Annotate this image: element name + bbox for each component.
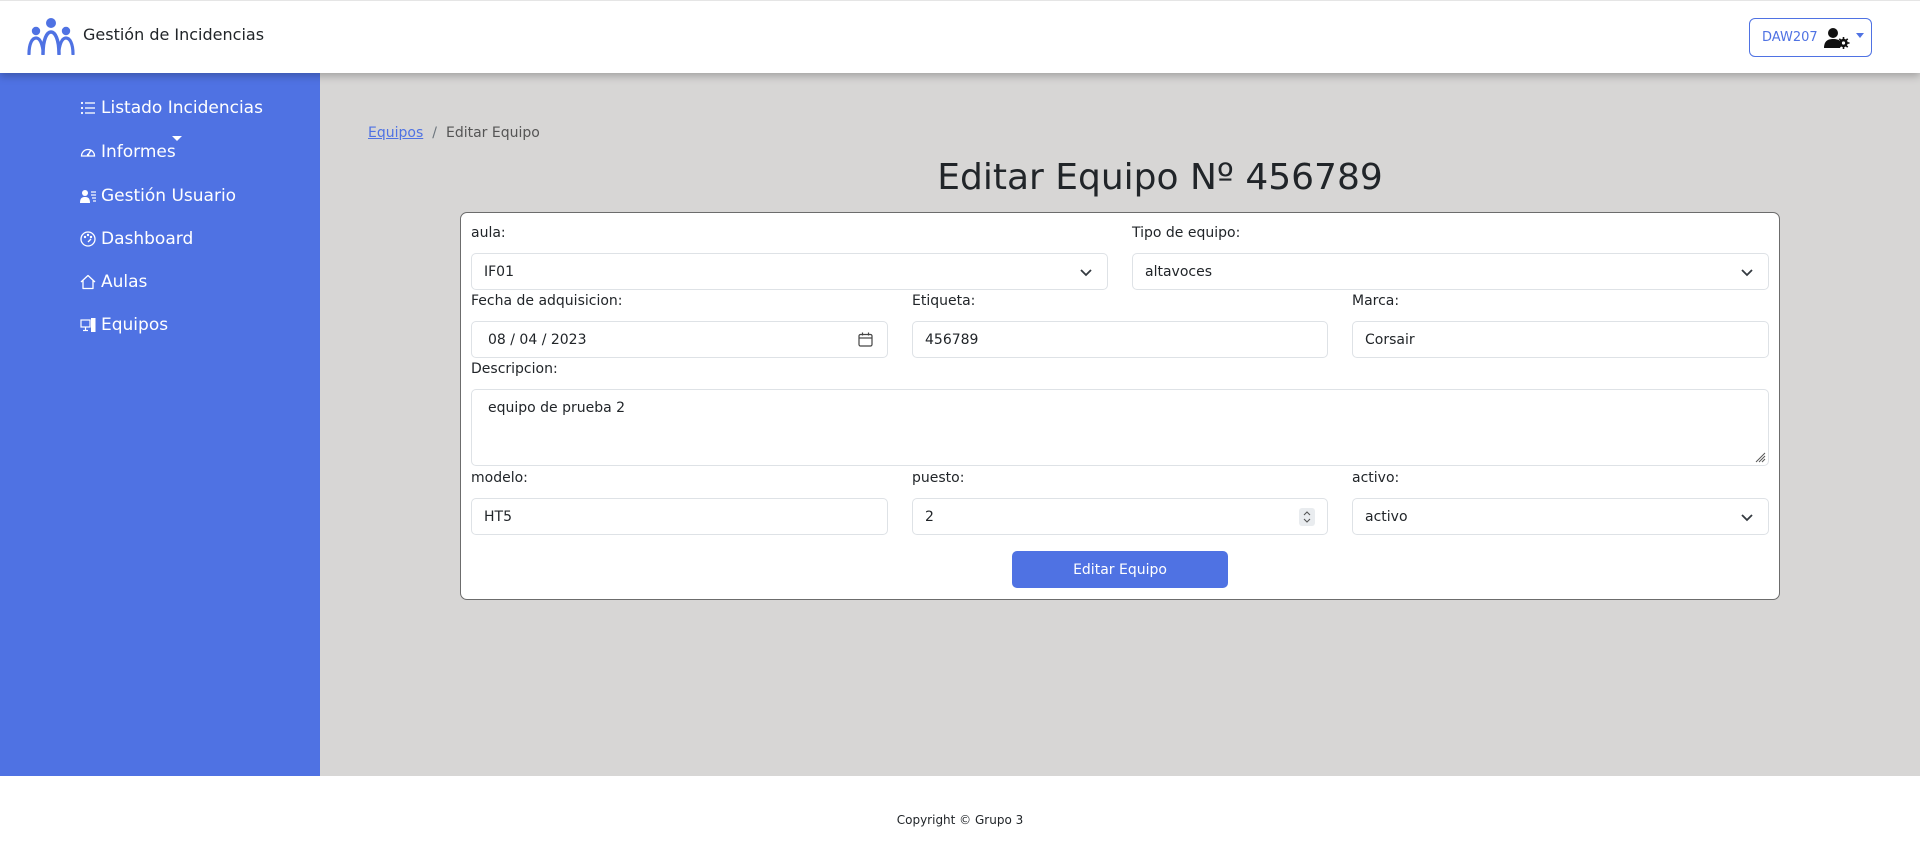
- caret-down-icon: [1855, 33, 1864, 38]
- user-menu-button[interactable]: DAW207: [1749, 18, 1872, 57]
- breadcrumb-link-equipos[interactable]: Equipos: [368, 125, 423, 141]
- descripcion-textarea[interactable]: equipo de prueba 2: [471, 389, 1769, 466]
- marca-input[interactable]: Corsair: [1352, 321, 1769, 358]
- palette-icon: [80, 231, 96, 247]
- spinner-arrows-icon[interactable]: [1299, 507, 1315, 526]
- house-icon: [80, 274, 96, 290]
- footer: Copyright © Grupo 3: [0, 776, 1920, 853]
- sidebar-item-aulas[interactable]: Aulas: [80, 272, 147, 292]
- tipo-equipo-label: Tipo de equipo:: [1132, 225, 1241, 241]
- activo-label: activo:: [1352, 470, 1400, 486]
- modelo-input[interactable]: HT5: [471, 498, 888, 535]
- sidebar-item-listado-incidencias[interactable]: Listado Incidencias: [80, 98, 263, 118]
- user-lines-icon: [80, 190, 96, 203]
- copyright-text: Copyright © Grupo 3: [896, 813, 1024, 827]
- brand[interactable]: Gestión de Incidencias: [27, 17, 264, 55]
- computer-icon: [80, 318, 96, 332]
- sidebar-item-informes[interactable]: Informes: [80, 136, 182, 162]
- breadcrumb-current: Editar Equipo: [445, 125, 540, 141]
- sidebar: Listado Incidencias Informes Gestión Usu…: [0, 73, 320, 776]
- sidebar-item-label: Gestión Usuario: [101, 186, 237, 206]
- activo-value: activo: [1365, 508, 1408, 525]
- edit-equipment-form: aula: IF01 Tipo de equipo: altavoces Fec…: [460, 212, 1780, 600]
- sidebar-item-label: Dashboard: [101, 229, 194, 249]
- tipo-equipo-value: altavoces: [1145, 263, 1212, 280]
- fecha-label: Fecha de adquisicion:: [471, 293, 623, 309]
- chevron-down-icon: [1741, 513, 1753, 521]
- etiqueta-label: Etiqueta:: [912, 293, 976, 309]
- activo-select[interactable]: activo: [1352, 498, 1769, 535]
- tipo-equipo-select[interactable]: altavoces: [1132, 253, 1769, 290]
- puesto-label: puesto:: [912, 470, 965, 486]
- resize-handle-icon[interactable]: [1754, 451, 1766, 463]
- aula-value: IF01: [484, 263, 514, 280]
- sidebar-item-label: Aulas: [101, 272, 148, 292]
- sidebar-item-label: Informes: [101, 142, 176, 162]
- fecha-value: 08 / 04 / 2023: [488, 331, 587, 348]
- modelo-value: HT5: [484, 508, 512, 525]
- modelo-label: modelo:: [471, 470, 528, 486]
- top-navbar: Gestión de Incidencias DAW207: [0, 0, 1920, 73]
- marca-value: Corsair: [1365, 331, 1415, 348]
- sidebar-item-dashboard[interactable]: Dashboard: [80, 229, 193, 249]
- aula-label: aula:: [471, 225, 506, 241]
- etiqueta-value: 456789: [925, 331, 979, 348]
- calendar-icon[interactable]: [858, 332, 873, 347]
- username-label: DAW207: [1762, 30, 1818, 45]
- user-gear-icon: [1823, 27, 1850, 49]
- marca-label: Marca:: [1352, 293, 1400, 309]
- descripcion-label: Descripcion:: [471, 361, 558, 377]
- sidebar-item-label: Listado Incidencias: [101, 98, 263, 118]
- descripcion-value: equipo de prueba 2: [488, 400, 626, 416]
- list-icon: [80, 101, 95, 115]
- main-content: Equipos / Editar Equipo Editar Equipo Nº…: [320, 73, 1920, 776]
- page-title: Editar Equipo Nº 456789: [937, 157, 1383, 198]
- chevron-down-icon: [1080, 268, 1092, 276]
- caret-down-icon: [172, 136, 182, 141]
- breadcrumb-separator: /: [432, 125, 437, 141]
- puesto-value: 2: [925, 508, 934, 525]
- fecha-date-input[interactable]: 08 / 04 / 2023: [471, 321, 888, 358]
- aula-select[interactable]: IF01: [471, 253, 1108, 290]
- people-group-icon: [27, 18, 75, 55]
- puesto-number-input[interactable]: 2: [912, 498, 1328, 535]
- sidebar-item-gestion-usuario[interactable]: Gestión Usuario: [80, 186, 236, 206]
- sidebar-item-label: Equipos: [101, 315, 169, 335]
- breadcrumb: Equipos / Editar Equipo: [368, 125, 540, 141]
- etiqueta-input[interactable]: 456789: [912, 321, 1328, 358]
- submit-edit-button[interactable]: Editar Equipo: [1012, 551, 1228, 588]
- gauge-icon: [80, 148, 96, 157]
- chevron-down-icon: [1741, 268, 1753, 276]
- app-title: Gestión de Incidencias: [83, 24, 265, 44]
- sidebar-item-equipos[interactable]: Equipos: [80, 315, 168, 335]
